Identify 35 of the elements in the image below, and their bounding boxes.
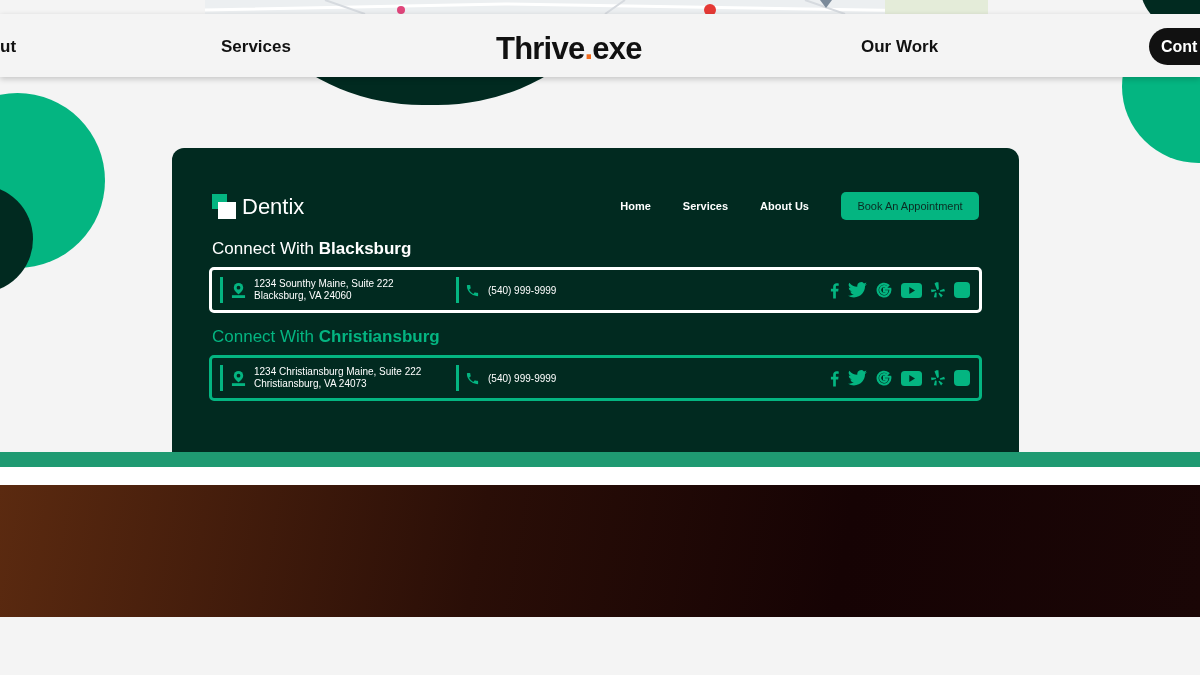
play-icon[interactable] bbox=[901, 282, 922, 298]
nav-link[interactable]: ut bbox=[0, 34, 17, 60]
site-logo[interactable]: Thrive.exe bbox=[496, 26, 642, 73]
location-heading: Connect With Christiansburg bbox=[212, 326, 441, 348]
starburst-icon[interactable] bbox=[931, 282, 945, 298]
brand-name[interactable]: Dentix bbox=[242, 189, 305, 223]
bird-icon[interactable] bbox=[848, 370, 867, 386]
google-icon[interactable] bbox=[876, 370, 892, 386]
location-card[interactable]: 1234 Sounthy Maine, Suite 222 Blacksburg, VA 24060 (540) 999-9999 bbox=[209, 267, 982, 313]
nav-link[interactable]: Services bbox=[221, 34, 291, 60]
phone-number: (540) 999-9999 bbox=[488, 371, 557, 386]
rounded-square-icon[interactable] bbox=[954, 370, 970, 386]
starburst-icon[interactable] bbox=[931, 370, 945, 386]
phone-icon bbox=[465, 282, 480, 298]
nav-link[interactable]: Services bbox=[682, 197, 729, 215]
phone-icon bbox=[465, 370, 480, 386]
rounded-square-icon[interactable] bbox=[954, 282, 970, 298]
phone-number: (540) 999-9999 bbox=[488, 283, 557, 298]
google-icon[interactable] bbox=[876, 282, 892, 298]
play-icon[interactable] bbox=[901, 370, 922, 386]
facebook-icon[interactable] bbox=[830, 369, 839, 387]
address-text: 1234 Sounthy Maine, Suite 222 Blacksburg, VA 24060 bbox=[254, 278, 394, 302]
logo-icon bbox=[212, 193, 236, 219]
nav-link[interactable]: Our Work bbox=[861, 34, 939, 60]
location-heading: Connect With Blacksburg bbox=[212, 238, 413, 260]
facebook-icon[interactable] bbox=[830, 281, 839, 299]
location-pin-icon bbox=[231, 282, 246, 298]
nav-link[interactable]: Home bbox=[620, 197, 651, 215]
contact-button[interactable]: Cont bbox=[1149, 28, 1200, 65]
address-text: 1234 Christiansburg Maine, Suite 222 Christiansburg, VA 24073 bbox=[254, 366, 422, 390]
location-pin-icon bbox=[231, 370, 246, 386]
location-card[interactable]: 1234 Christiansburg Maine, Suite 222 Christiansburg, VA 24073 (540) 999-9999 bbox=[209, 355, 982, 401]
appointment-button[interactable]: Book An Appointment bbox=[841, 192, 979, 220]
nav-link[interactable]: About Us bbox=[760, 197, 809, 215]
bird-icon[interactable] bbox=[848, 282, 867, 298]
